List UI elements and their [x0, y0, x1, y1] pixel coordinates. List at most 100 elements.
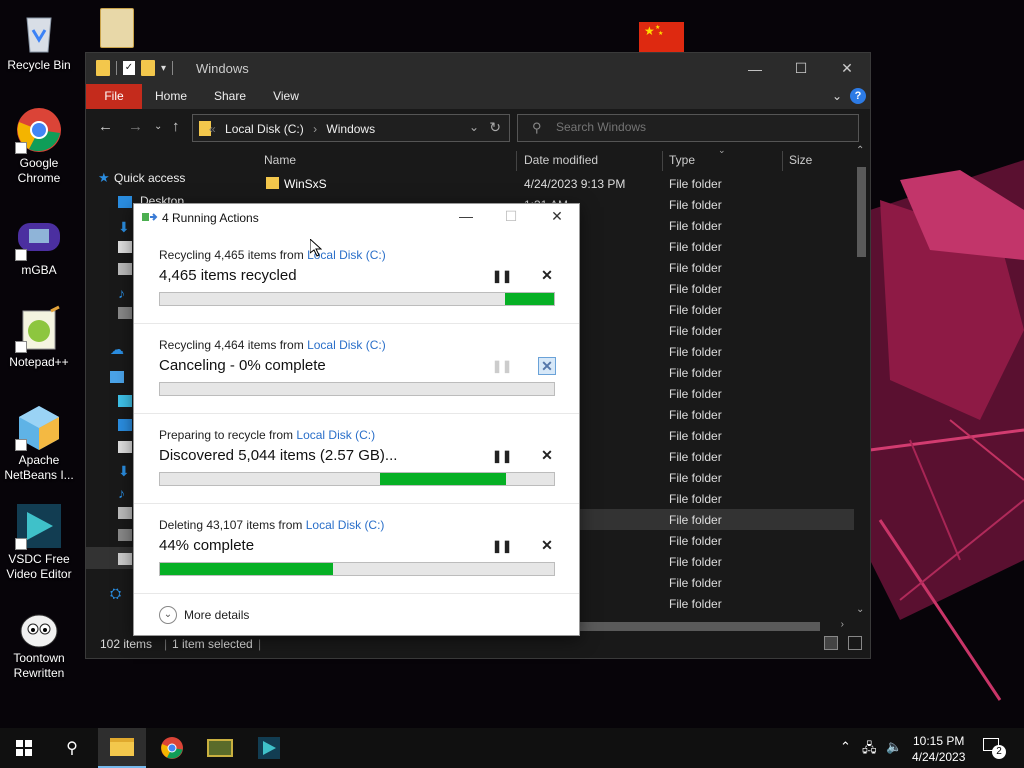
scrollbar-thumb[interactable] [576, 622, 820, 631]
taskbar-vsdc[interactable] [245, 728, 293, 768]
mgba-icon[interactable]: mGBA [0, 213, 78, 278]
scroll-up-icon[interactable]: ⌃ [856, 145, 864, 156]
tab-view[interactable]: View [266, 84, 306, 109]
dialog-title-bar[interactable]: 4 Running Actions — ☐ ✕ [134, 204, 579, 232]
pause-button[interactable]: ❚❚ [492, 539, 512, 553]
dialog-minimize-button[interactable]: — [451, 208, 481, 228]
network-icon[interactable]: 🖧 [862, 739, 877, 761]
customize-toolbar-icon[interactable]: ▾ [161, 63, 166, 74]
row-type: File folder [669, 303, 722, 317]
help-icon[interactable]: ? [850, 88, 866, 104]
taskbar-chrome[interactable] [148, 728, 196, 768]
forward-arrow-icon[interactable]: → [128, 118, 143, 135]
source-link[interactable]: Local Disk (C:) [307, 338, 386, 352]
apache-netbeans-icon[interactable]: Apache NetBeans I... [0, 403, 78, 483]
row-type: File folder [669, 240, 722, 254]
refresh-icon[interactable]: ↻ [489, 119, 501, 136]
details-view-icon[interactable] [824, 636, 838, 650]
cancel-operation-button[interactable]: ✕ [538, 447, 556, 465]
cancel-operation-button[interactable]: ✕ [538, 537, 556, 555]
recycle-bin-icon[interactable]: Recycle Bin [0, 8, 78, 73]
recent-locations-icon[interactable]: ⌄ [154, 121, 162, 132]
app-icon [207, 739, 233, 757]
pictures-icon [118, 263, 132, 275]
nav-quick-access[interactable]: Quick access [114, 171, 185, 185]
taskbar-app[interactable] [196, 728, 244, 768]
address-bar[interactable]: « Local Disk (C:) › Windows ⌄ ↻ [192, 114, 510, 142]
drive-icon [118, 553, 132, 565]
pause-button[interactable]: ❚❚ [492, 449, 512, 463]
start-button[interactable] [0, 728, 48, 768]
downloads-icon: ⬇ [118, 219, 130, 235]
maximize-button[interactable]: ☐ [778, 53, 824, 84]
column-name[interactable]: Name [264, 153, 296, 167]
expand-ribbon-icon[interactable]: ⌄ [832, 89, 842, 103]
toontown-rewritten-icon[interactable]: Toontown Rewritten [0, 601, 78, 681]
documents-icon [118, 441, 132, 453]
source-link[interactable]: Local Disk (C:) [296, 428, 375, 442]
row-name: WinSxS [284, 177, 327, 191]
tab-home[interactable]: Home [150, 84, 192, 109]
back-arrow-icon[interactable]: ← [98, 118, 113, 135]
operation-description: Recycling 4,465 items from Local Disk (C… [159, 248, 386, 262]
column-date-modified[interactable]: Date modified [524, 153, 598, 167]
breadcrumb-local-disk[interactable]: Local Disk (C:) [225, 122, 304, 136]
action-center-button[interactable]: 2 [983, 738, 1006, 759]
new-folder-icon[interactable] [141, 60, 155, 76]
large-icons-view-icon[interactable] [848, 636, 862, 650]
breadcrumb-windows[interactable]: Windows [326, 122, 375, 136]
address-dropdown-icon[interactable]: ⌄ [469, 120, 479, 134]
taskbar-file-explorer[interactable] [98, 728, 146, 768]
clock[interactable]: 10:15 PM 4/24/2023 [912, 733, 965, 765]
row-type: File folder [669, 282, 722, 296]
dialog-close-button[interactable]: ✕ [542, 208, 572, 228]
row-type: File folder [669, 513, 722, 527]
search-box[interactable]: ⚲ [517, 114, 859, 142]
vsdc-video-editor-icon[interactable]: VSDC Free Video Editor [0, 502, 78, 582]
row-type: File folder [669, 450, 722, 464]
pause-button[interactable]: ❚❚ [492, 269, 512, 283]
minimize-button[interactable]: — [732, 53, 778, 84]
google-chrome-icon[interactable]: Google Chrome [0, 106, 78, 186]
show-hidden-icons-icon[interactable]: ⌃ [840, 739, 851, 755]
volume-icon[interactable]: 🔈 [886, 739, 902, 755]
search-input[interactable] [556, 120, 846, 134]
vsdc-video-editor-label: VSDC Free Video Editor [6, 552, 72, 581]
row-type: File folder [669, 492, 722, 506]
cancel-operation-button[interactable]: ✕ [538, 357, 556, 375]
column-size[interactable]: Size [789, 153, 812, 167]
operation-item: Recycling 4,464 items from Local Disk (C… [134, 324, 579, 414]
operation-status: 44% complete [159, 537, 255, 554]
scrollbar-thumb[interactable] [857, 167, 866, 257]
progress-bar [159, 292, 555, 306]
notepad-plus-plus-icon[interactable]: Notepad++ [0, 305, 78, 370]
cancel-operation-button[interactable]: ✕ [538, 267, 556, 285]
more-details-label: More details [184, 608, 250, 622]
source-link[interactable]: Local Disk (C:) [306, 518, 385, 532]
title-bar[interactable]: ✓ ▾ Windows — ☐ ✕ [86, 53, 870, 84]
row-type: File folder [669, 387, 722, 401]
tab-file[interactable]: File [86, 84, 142, 109]
column-type[interactable]: Type [669, 153, 695, 167]
scroll-down-icon[interactable]: ⌄ [856, 604, 864, 615]
search-button[interactable]: ⚲ [48, 728, 96, 768]
this-pc-icon [110, 371, 124, 383]
vertical-scrollbar[interactable]: ⌃ ⌄ [854, 145, 868, 615]
china-flag-icon[interactable]: ★ ★ ★ [639, 22, 684, 52]
row-type: File folder [669, 471, 722, 485]
table-row[interactable]: WinSxS 4/24/2023 9:13 PM File folder [244, 173, 854, 194]
more-details-button[interactable]: ⌄ More details [159, 606, 249, 624]
scroll-right-icon[interactable]: › [841, 619, 844, 630]
clock-time: 10:15 PM [913, 734, 965, 748]
videos-icon [118, 307, 132, 319]
sort-indicator-icon: ⌄ [718, 145, 726, 155]
operation-item: Preparing to recycle from Local Disk (C:… [134, 414, 579, 504]
folder-icon[interactable] [78, 8, 156, 50]
close-button[interactable]: ✕ [824, 53, 870, 84]
operation-item: Deleting 43,107 items from Local Disk (C… [134, 504, 579, 594]
up-arrow-icon[interactable]: ↑ [172, 118, 180, 135]
operation-description: Deleting 43,107 items from Local Disk (C… [159, 518, 384, 532]
tab-share[interactable]: Share [208, 84, 252, 109]
music-icon: ♪ [118, 285, 125, 301]
properties-icon[interactable]: ✓ [123, 61, 135, 75]
